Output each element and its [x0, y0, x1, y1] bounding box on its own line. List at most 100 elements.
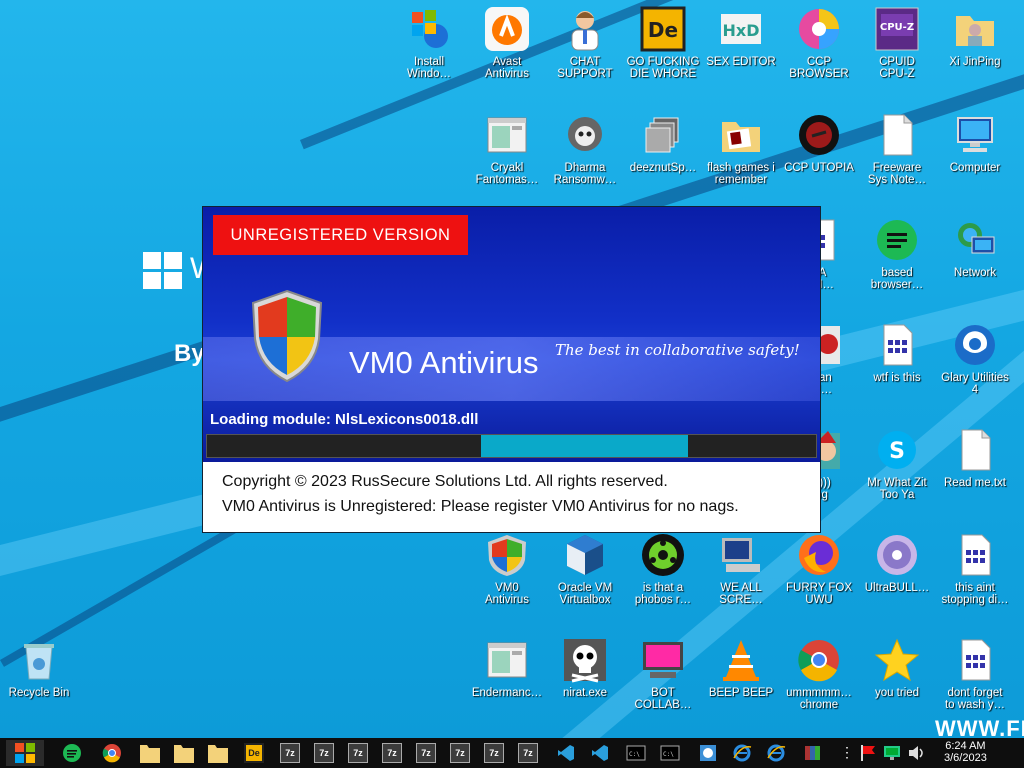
desktop-icon[interactable]: wtf is this — [858, 322, 936, 384]
seven-zip-icon[interactable]: 7z — [348, 743, 368, 763]
desktop-icon[interactable]: Glary Utilities 4 — [936, 322, 1014, 396]
clock-time: 6:24 AM — [945, 740, 986, 752]
desktop-icon-label: Mr What Zit Too Ya — [867, 477, 927, 501]
desktop-icon[interactable]: Cryakl Fantomas… — [468, 112, 546, 186]
vs-code-icon[interactable] — [556, 743, 576, 763]
desktop-icon[interactable]: Computer — [936, 112, 1014, 174]
glary-icon — [952, 322, 998, 368]
computer-icon — [952, 112, 998, 158]
chrome-icon[interactable] — [102, 743, 122, 763]
desktop-icon[interactable]: S Mr What Zit Too Ya — [858, 427, 936, 501]
internet-explorer-icon[interactable] — [766, 743, 786, 763]
vm0-splash-window[interactable]: UNREGISTERED VERSION VM0 Antivirus The b… — [203, 207, 820, 532]
winrar-icon[interactable] — [802, 743, 822, 763]
desktop-icon-label: Avast Antivirus — [484, 56, 530, 80]
desktop-icon[interactable]: CHAT SUPPORT — [546, 6, 624, 80]
app-window-icon — [484, 637, 530, 683]
desktop-icon[interactable]: CCP UTOPIA — [780, 112, 858, 174]
taskbar: De 7z 7z 7z 7z 7z 7z 7z 7z C:\ C:\ ⋮ 6:24 AM 3/6/2… — [0, 738, 1024, 768]
terminal-icon[interactable]: C:\ — [660, 743, 680, 763]
svg-text:HxD: HxD — [723, 21, 760, 40]
spotify-icon[interactable] — [62, 743, 82, 763]
desktop-icon-label: wtf is this — [873, 372, 921, 384]
desktop-icon[interactable]: Install Windo… — [390, 6, 468, 80]
desktop-icon-label: CCP BROWSER — [789, 56, 849, 80]
desktop-icon[interactable]: Avast Antivirus — [468, 6, 546, 80]
desktop-icon[interactable]: HxD SEX EDITOR — [702, 6, 780, 68]
desktop-icon-label: Xi JinPing — [949, 56, 1001, 68]
start-button[interactable] — [6, 740, 44, 766]
desktop-icon[interactable]: VM0 Antivirus — [468, 532, 546, 606]
desktop-icon[interactable]: you tried — [858, 637, 936, 699]
avast-icon — [484, 6, 530, 52]
desktop-icon-label: based browser… — [870, 267, 924, 291]
desktop-icon-label: CPUID CPU-Z — [879, 56, 915, 80]
desktop-icon[interactable]: CPU-Z CPUID CPU-Z — [858, 6, 936, 80]
svg-text:S: S — [889, 439, 905, 464]
desktop-icon[interactable]: deeznutSp… — [624, 112, 702, 174]
desktop-icon[interactable]: flash games i remember — [702, 112, 780, 186]
desktop-icon[interactable]: BOT COLLAB… — [624, 637, 702, 711]
seven-zip-icon[interactable]: 7z — [484, 743, 504, 763]
folder-icon[interactable] — [174, 745, 194, 763]
desktop-icon[interactable]: ummmmm… chrome — [780, 637, 858, 711]
seven-zip-icon[interactable]: 7z — [280, 743, 300, 763]
desktop-icon[interactable]: dont forget to wash y… — [936, 637, 1014, 711]
desktop-icon[interactable]: this aint stopping di… — [936, 532, 1014, 606]
desktop-icon[interactable]: Freeware Sys Note… — [858, 112, 936, 186]
folder-icon[interactable] — [140, 745, 160, 763]
seven-zip-icon[interactable]: 7z — [314, 743, 334, 763]
desktop-icon-label: Network — [953, 267, 997, 279]
desktop-icon-label: Recycle Bin — [8, 687, 70, 699]
progress-fill — [481, 435, 689, 457]
ccp-utopia-icon — [796, 112, 842, 158]
windows-install-icon — [406, 6, 452, 52]
desktop-icon-label: you tried — [874, 687, 920, 699]
folder-icon[interactable] — [208, 745, 228, 763]
desktop-icon[interactable]: Read me.txt — [936, 427, 1014, 489]
desktop-icon[interactable]: Oracle VM Virtualbox — [546, 532, 624, 606]
desktop-icon[interactable]: BEEP BEEP — [702, 637, 780, 699]
desktop-icon-label: VM0 Antivirus — [484, 582, 530, 606]
svg-text:CPU-Z: CPU-Z — [880, 22, 914, 33]
vs-code-icon[interactable] — [590, 743, 610, 763]
desktop-icon[interactable]: nirat.exe — [546, 637, 624, 699]
seven-zip-icon[interactable]: 7z — [416, 743, 436, 763]
text-file-icon — [874, 112, 920, 158]
firefox-icon — [796, 532, 842, 578]
ccp-browser-icon — [796, 6, 842, 52]
magenta-monitor-icon — [640, 637, 686, 683]
desktop-icon-label: Oracle VM Virtualbox — [557, 582, 613, 606]
desktop-icon-label: Computer — [949, 162, 1001, 174]
seven-zip-icon[interactable]: 7z — [382, 743, 402, 763]
clock[interactable]: 6:24 AM 3/6/2023 — [944, 740, 987, 764]
desktop-icon-label: Cryakl Fantomas… — [475, 162, 539, 186]
desktop-icon[interactable]: based browser… — [858, 217, 936, 291]
desktop-icon-label: Install Windo… — [406, 56, 452, 80]
desktop-icon[interactable]: Network — [936, 217, 1014, 279]
desktop-icon[interactable]: is that a phobos r… — [624, 532, 702, 606]
desktop-icon[interactable]: CCP BROWSER — [780, 6, 858, 80]
virtualbox-icon — [562, 532, 608, 578]
terminal-icon[interactable]: C:\ — [626, 743, 646, 763]
de-app-icon[interactable]: De — [244, 743, 264, 763]
desktop-icon[interactable]: Xi JinPing — [936, 6, 1014, 68]
network-tray-icon[interactable] — [882, 743, 902, 763]
desktop-icon[interactable]: UltraBULL… — [858, 532, 936, 594]
volume-icon[interactable] — [906, 743, 926, 763]
ie-app-icon[interactable] — [698, 743, 718, 763]
desktop-icon[interactable]: WE ALL SCRE… — [702, 532, 780, 606]
skull-helmet-icon — [562, 112, 608, 158]
seven-zip-icon[interactable]: 7z — [518, 743, 538, 763]
tray-overflow-icon[interactable]: ⋮ — [840, 743, 854, 763]
desktop-icon[interactable]: FURRY FOX UWU — [780, 532, 858, 606]
seven-zip-icon[interactable]: 7z — [450, 743, 470, 763]
flag-icon[interactable] — [858, 743, 878, 763]
desktop-icon[interactable]: Endermanc… — [468, 637, 546, 699]
desktop-icon[interactable]: De GO FUCKING DIE WHORE — [624, 6, 702, 80]
green-chat-icon — [874, 217, 920, 263]
desktop-icon[interactable]: Recycle Bin — [0, 637, 78, 699]
internet-explorer-icon[interactable] — [732, 743, 752, 763]
desktop-icon[interactable]: Dharma Ransomw… — [546, 112, 624, 186]
desktop-icon-label: flash games i remember — [707, 162, 775, 186]
